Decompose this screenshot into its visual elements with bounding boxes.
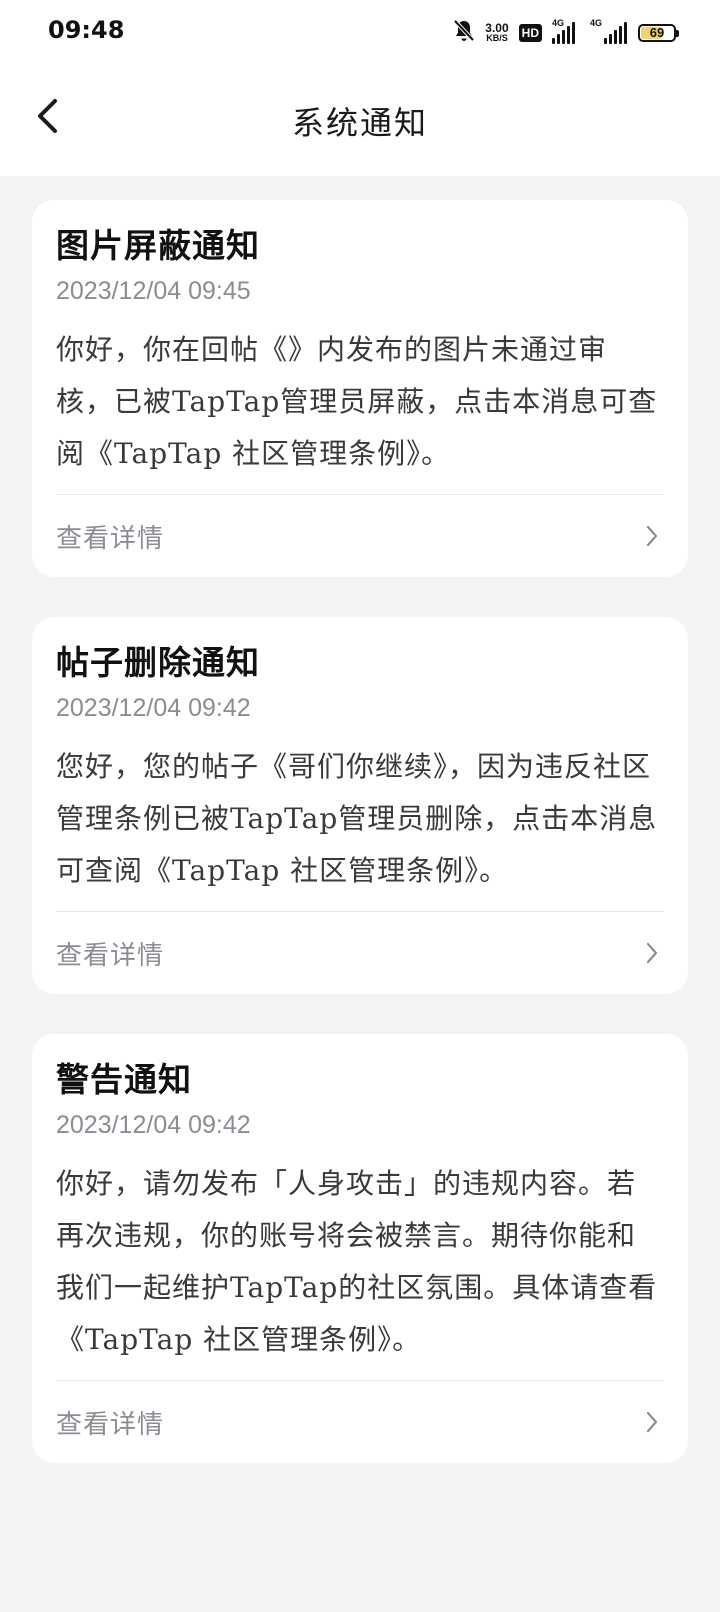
notification-title: 图片屏蔽通知: [56, 226, 260, 265]
hd-badge: HD: [518, 24, 542, 42]
chevron-right-icon: [640, 941, 664, 965]
net-speed: 3.00 KB/S: [485, 21, 509, 43]
signal-icon: 4G: [552, 18, 580, 44]
notification-title: 警告通知: [56, 1060, 192, 1099]
net-speed-unit: KB/S: [486, 33, 508, 43]
notification-card[interactable]: 帖子删除通知 2023/12/04 09:42 您好，您的帖子《哥们你继续》，因…: [32, 617, 688, 994]
notification-time: 2023/12/04 09:42: [56, 1111, 251, 1139]
page-title: 系统通知: [291, 104, 428, 142]
view-details-button[interactable]: 查看详情: [56, 911, 664, 994]
signal-icon: 4G: [590, 18, 628, 44]
signal-label: 4G: [590, 18, 603, 28]
view-details-button[interactable]: 查看详情: [56, 494, 664, 577]
status-bar: 09:48 3.00 KB/S HD 4G 4G 69: [0, 0, 720, 64]
view-details-label: 查看详情: [56, 523, 165, 554]
notification-time: 2023/12/04 09:42: [56, 694, 251, 722]
notification-body: 你好，请勿发布「人身攻击」的违规内容。若再次违规，你的账号将会被禁言。期待你能和…: [56, 1167, 658, 1356]
view-details-label: 查看详情: [56, 940, 165, 971]
view-details-button[interactable]: 查看详情: [56, 1380, 664, 1463]
notification-body: 您好，您的帖子《哥们你继续》，因为违反社区管理条例已被TapTap管理员删除，点…: [56, 750, 658, 887]
battery-level: 69: [649, 25, 665, 40]
notification-list: 图片屏蔽通知 2023/12/04 09:45 你好，你在回帖《》内发布的图片未…: [32, 200, 688, 1503]
status-time: 09:48: [48, 16, 125, 44]
notification-time: 2023/12/04 09:45: [56, 277, 251, 305]
notification-title: 帖子删除通知: [56, 643, 260, 682]
chevron-right-icon: [640, 1410, 664, 1434]
notification-card[interactable]: 图片屏蔽通知 2023/12/04 09:45 你好，你在回帖《》内发布的图片未…: [32, 200, 688, 577]
notification-card[interactable]: 警告通知 2023/12/04 09:42 你好，请勿发布「人身攻击」的违规内容…: [32, 1034, 688, 1463]
bell-muted-icon: [453, 19, 475, 48]
signal-label: 4G: [552, 18, 565, 28]
chevron-right-icon: [640, 524, 664, 548]
battery-icon: 69: [638, 24, 679, 42]
notification-body: 你好，你在回帖《》内发布的图片未通过审核，已被TapTap管理员屏蔽，点击本消息…: [56, 333, 658, 470]
net-speed-value: 3.00: [485, 21, 509, 35]
view-details-label: 查看详情: [56, 1409, 165, 1440]
app-header: 系统通知: [0, 64, 720, 176]
status-icons: 3.00 KB/S HD 4G 4G 69: [453, 18, 679, 48]
